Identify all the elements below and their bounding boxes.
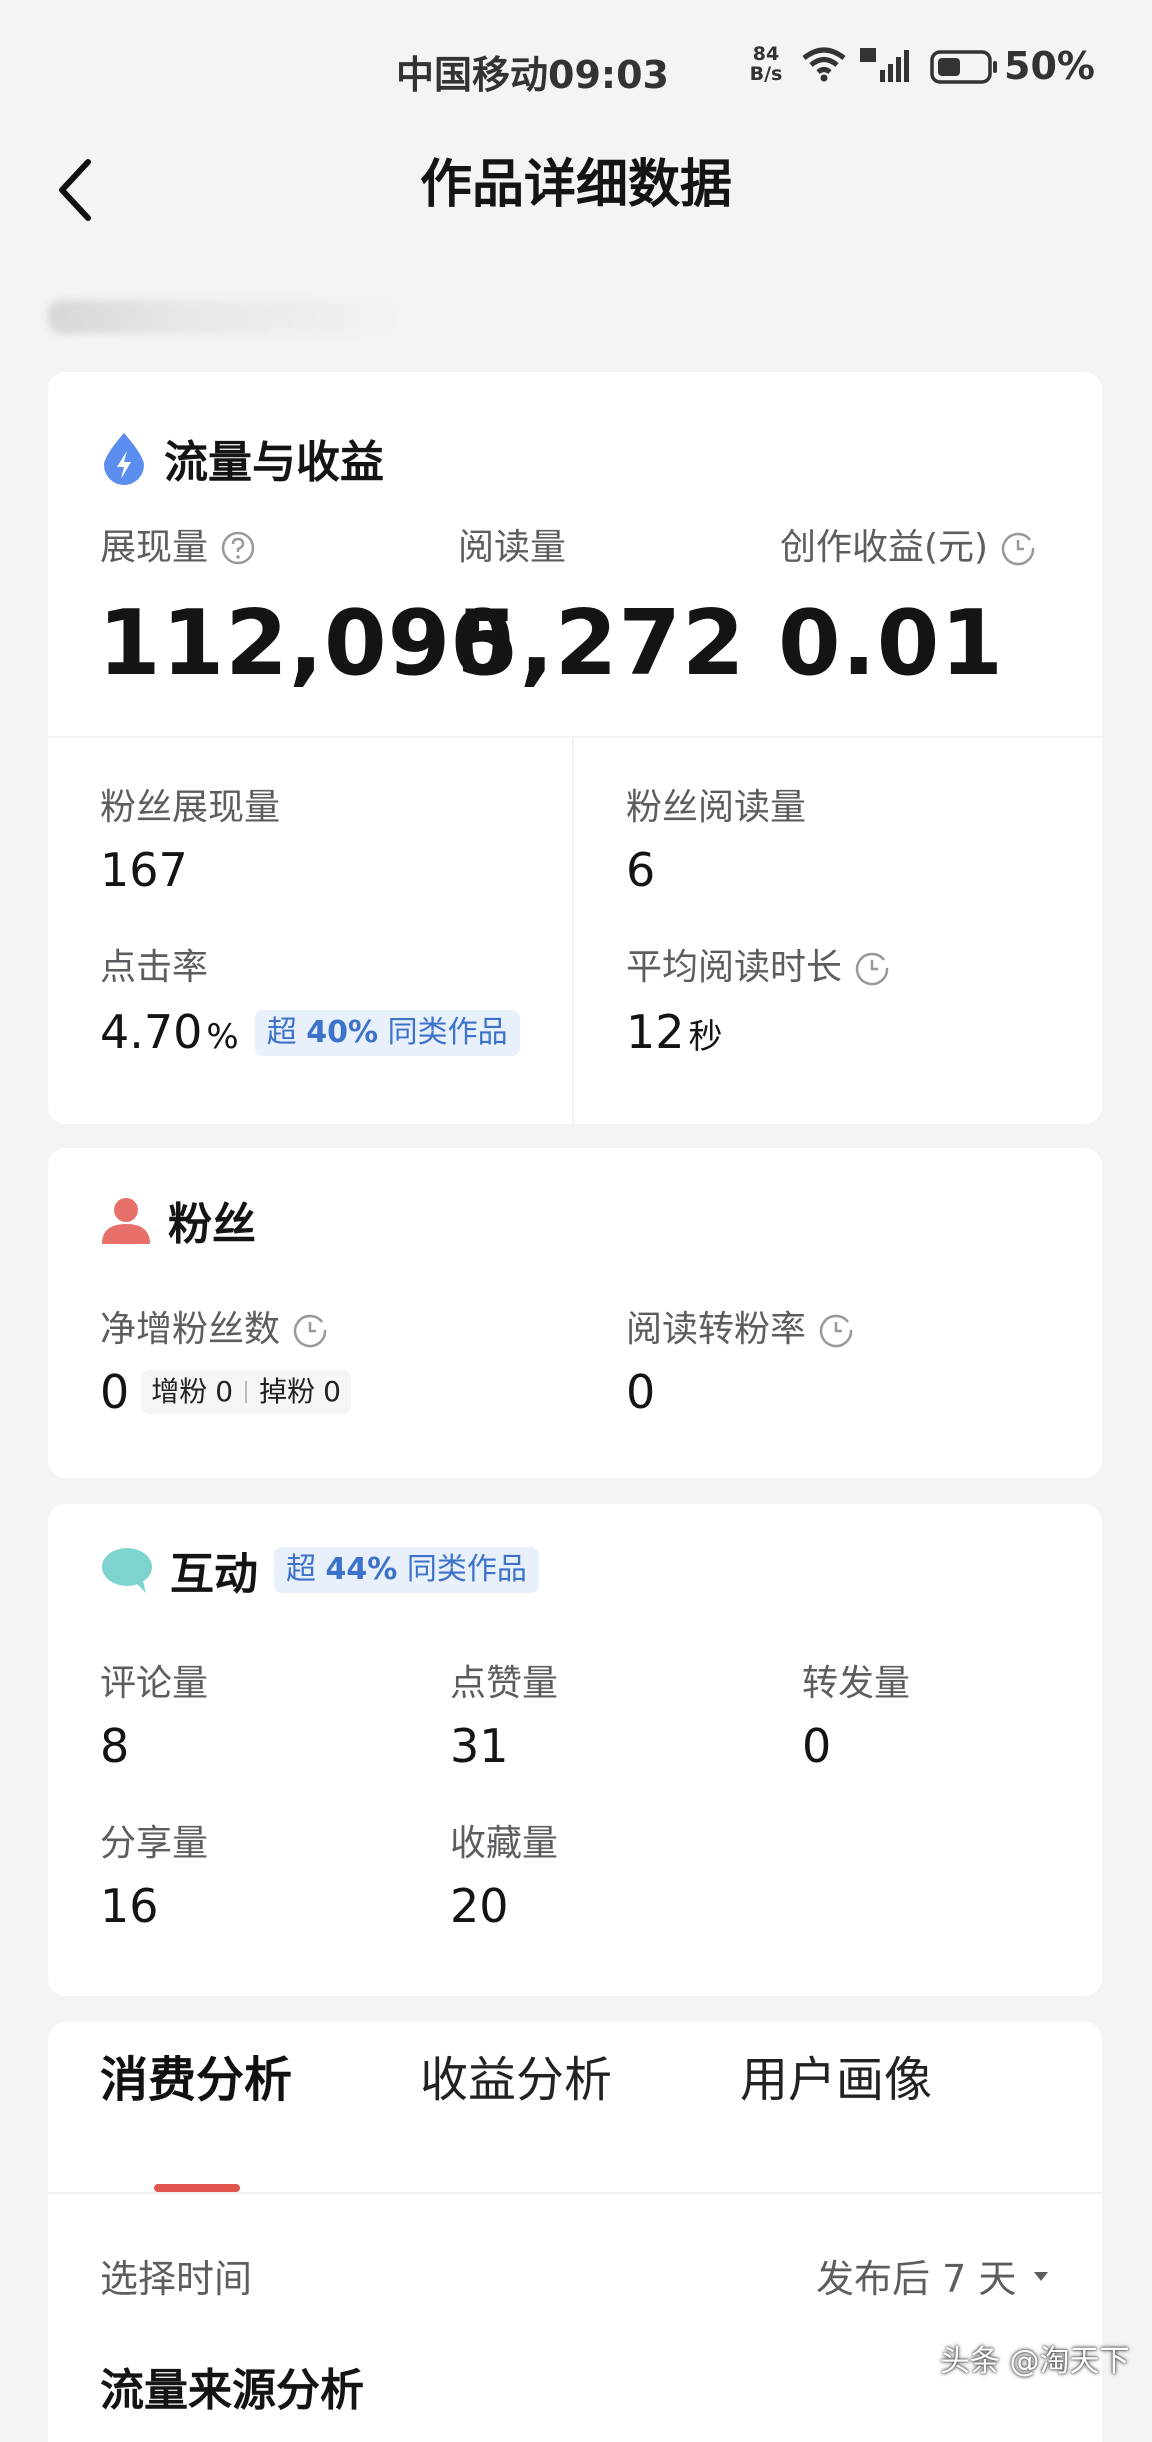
interaction-badge-suffix: 同类作品 <box>406 1552 527 1587</box>
interaction-card-header: 互动 超 44% 同类作品 <box>100 1540 539 1600</box>
traffic-card-header: 流量与收益 <box>100 428 384 488</box>
time-range-value: 发布后 7 天 <box>816 2257 1017 2301</box>
fan-impressions-value: 167 <box>100 843 188 897</box>
signal-5g-icon <box>860 48 909 82</box>
lightning-drop-icon <box>104 433 144 485</box>
ctr-label: 点击率 <box>100 947 209 988</box>
fan-reads-label: 粉丝阅读量 <box>626 787 807 828</box>
tab-user-profile[interactable]: 用户画像 <box>740 2050 932 2110</box>
ctr-value: 4.70 <box>100 1005 203 1059</box>
blurred-article-title <box>48 300 398 334</box>
active-tab-indicator <box>154 2184 240 2192</box>
ctr-badge: 超 40% 同类作品 <box>254 1010 520 1056</box>
ctr-unit: % <box>206 1017 239 1057</box>
gain-loss-breakdown: 增粉 0 掉粉 0 <box>141 1370 351 1414</box>
impressions-label-text: 展现量 <box>100 527 209 568</box>
tab-consumption-analysis[interactable]: 消费分析 <box>100 2050 292 2110</box>
help-icon[interactable] <box>220 530 256 566</box>
separator <box>245 1381 248 1403</box>
speech-bubble-icon <box>102 1548 152 1593</box>
caret-down-icon <box>1034 2271 1049 2281</box>
battery-percent: 50% <box>1004 44 1095 88</box>
interaction-badge-prefix: 超 <box>286 1552 316 1587</box>
battery-icon <box>930 50 997 84</box>
time-select-label: 选择时间 <box>100 2257 253 2301</box>
reposts-value: 0 <box>802 1719 832 1773</box>
net-speed: 84 B/s <box>746 44 786 84</box>
reposts-label: 转发量 <box>802 1663 911 1704</box>
conversion-value: 0 <box>626 1365 656 1419</box>
avg-read-label: 平均阅读时长 <box>626 946 890 990</box>
interaction-badge: 超 44% 同类作品 <box>274 1547 539 1593</box>
avg-read-label-text: 平均阅读时长 <box>626 947 843 988</box>
clock-icon[interactable] <box>818 1312 854 1348</box>
fan-impressions-label: 粉丝展现量 <box>100 787 281 828</box>
conversion-label-text: 阅读转粉率 <box>626 1309 807 1350</box>
tab-earnings-analysis[interactable]: 收益分析 <box>420 2050 612 2110</box>
gain-value: 0 <box>215 1375 234 1408</box>
fan-reads-value: 6 <box>626 843 656 897</box>
clock-icon[interactable] <box>1000 530 1036 566</box>
earnings-value: 0.01 <box>778 591 1005 696</box>
earnings-label: 创作收益(元) <box>780 526 1036 570</box>
avg-read-unit: 秒 <box>688 1017 723 1057</box>
favorites-label: 收藏量 <box>450 1823 559 1864</box>
shares-value: 16 <box>100 1879 159 1933</box>
impressions-label: 展现量 <box>100 526 256 570</box>
divider <box>48 736 1102 738</box>
shares-label: 分享量 <box>100 1823 209 1864</box>
loss-label: 掉粉 <box>259 1375 316 1408</box>
net-gain-row: 0 增粉 0 掉粉 0 <box>100 1364 351 1420</box>
ctr-badge-suffix: 同类作品 <box>387 1015 508 1050</box>
carrier-time: 中国移动09:03 <box>396 53 669 97</box>
loss-value: 0 <box>323 1375 341 1408</box>
favorites-value: 20 <box>450 1879 509 1933</box>
clock-icon[interactable] <box>292 1312 328 1348</box>
wifi-icon <box>802 47 846 82</box>
comments-label: 评论量 <box>100 1663 209 1704</box>
ctr-badge-pct: 40% <box>306 1015 379 1050</box>
net-speed-unit: B/s <box>749 63 783 85</box>
fans-card-header: 粉丝 <box>100 1190 256 1250</box>
interaction-card: 互动 超 44% 同类作品 评论量 8 点赞量 31 转发量 0 分享量 16 … <box>48 1504 1102 1996</box>
fans-card: 粉丝 净增粉丝数 0 增粉 0 掉粉 0 阅读转粉率 0 <box>48 1148 1102 1478</box>
likes-value: 31 <box>450 1719 509 1773</box>
status-bar: 中国移动09:03 84 B/s 50% <box>0 0 1152 130</box>
reads-label-text: 阅读量 <box>458 527 567 568</box>
avg-read-value: 12 <box>626 1005 685 1059</box>
ctr-row: 4.70 % 超 40% 同类作品 <box>100 1004 520 1065</box>
interaction-badge-pct: 44% <box>325 1552 398 1587</box>
watermark: 头条 @淘天下 <box>940 2344 1130 2379</box>
net-gain-label-text: 净增粉丝数 <box>100 1309 281 1350</box>
fans-title: 粉丝 <box>168 1199 256 1250</box>
likes-label: 点赞量 <box>450 1663 559 1704</box>
avg-read-row: 12 秒 <box>626 1004 723 1065</box>
comments-value: 8 <box>100 1719 130 1773</box>
page-title: 作品详细数据 <box>419 155 732 215</box>
net-gain-value: 0 <box>100 1365 130 1419</box>
earnings-label-text: 创作收益(元) <box>780 527 989 568</box>
conversion-label: 阅读转粉率 <box>626 1308 854 1352</box>
gain-label: 增粉 <box>151 1375 208 1408</box>
net-speed-value: 84 <box>752 43 780 65</box>
person-icon <box>102 1198 150 1244</box>
traffic-title: 流量与收益 <box>164 437 384 488</box>
ctr-badge-prefix: 超 <box>266 1015 297 1050</box>
reads-value: 5,272 <box>456 591 746 696</box>
section-heading-traffic-source: 流量来源分析 <box>100 2365 364 2416</box>
divider <box>48 2192 1102 2194</box>
time-range-dropdown[interactable]: 发布后 7 天 <box>816 2248 1056 2303</box>
traffic-card: 流量与收益 展现量 112,090 阅读量 5,272 创作收益(元) 0.01… <box>48 372 1102 1124</box>
impressions-value: 112,090 <box>98 591 515 696</box>
divider-vertical <box>572 738 574 1124</box>
interaction-title: 互动 <box>170 1549 258 1600</box>
reads-label: 阅读量 <box>458 526 566 570</box>
clock-icon[interactable] <box>854 950 890 986</box>
net-gain-label: 净增粉丝数 <box>100 1308 328 1352</box>
